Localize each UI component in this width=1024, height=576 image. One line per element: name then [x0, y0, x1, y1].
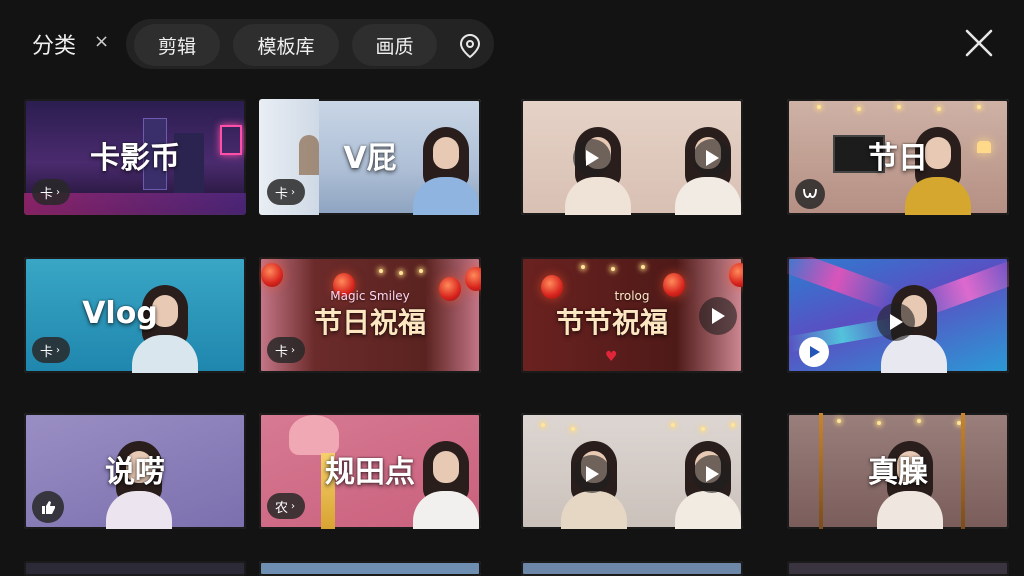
tile-title: 规田点 — [325, 454, 415, 490]
template-tile[interactable] — [787, 561, 1009, 576]
template-tile[interactable]: 说唠 — [24, 413, 246, 529]
tile-title: 节日 — [868, 140, 928, 176]
template-tile[interactable]: trolog 节节祝福 ♥ — [521, 257, 743, 373]
template-tile[interactable] — [521, 99, 743, 215]
play-icon[interactable] — [693, 139, 731, 177]
clear-category-button[interactable]: × — [94, 31, 109, 52]
template-tile[interactable]: V屁 卡 › — [259, 99, 481, 215]
template-tile[interactable] — [24, 561, 246, 576]
tile-title: V屁 — [343, 140, 397, 176]
chevron-right-icon: › — [56, 344, 61, 356]
play-icon[interactable] — [699, 297, 737, 335]
tile-badge: 农 › — [267, 493, 305, 519]
tile-title: 真臊 — [868, 454, 928, 490]
chip-edit[interactable]: 剪辑 — [134, 24, 220, 66]
tile-badge: 卡 › — [267, 337, 305, 363]
template-tile[interactable]: Magic Smiley 节日祝福 卡 › — [259, 257, 481, 373]
tile-title: 卡影币 — [90, 140, 180, 176]
chevron-right-icon: › — [291, 344, 296, 356]
tile-badge: 卡 › — [32, 179, 70, 205]
template-tile[interactable] — [521, 561, 743, 576]
tile-badge: 卡 › — [267, 179, 305, 205]
chip-template-library[interactable]: 模板库 — [233, 24, 339, 66]
template-tile[interactable]: Vlog 卡 › — [24, 257, 246, 373]
play-icon[interactable] — [693, 455, 731, 493]
chevron-right-icon: › — [291, 186, 296, 198]
swirl-icon[interactable] — [795, 179, 825, 209]
chevron-right-icon: › — [291, 500, 296, 512]
play-icon[interactable] — [877, 303, 915, 341]
tile-title: 说唠 — [105, 454, 165, 490]
play-icon[interactable] — [573, 455, 611, 493]
play-icon[interactable] — [573, 139, 611, 177]
template-tile[interactable]: 卡影币 卡 › — [24, 99, 246, 215]
tile-badge: 卡 › — [32, 337, 70, 363]
filter-bar: 分类 × 剪辑 模板库 画质 — [0, 0, 1024, 88]
tile-title: Vlog — [82, 295, 158, 331]
badge-label: 卡 — [275, 186, 289, 202]
category-label: 分类 — [32, 34, 77, 59]
location-pin-icon[interactable] — [454, 30, 486, 62]
tile-title: 节日祝福 — [313, 306, 426, 339]
play-circle-icon[interactable] — [799, 337, 829, 367]
template-tile[interactable] — [521, 413, 743, 529]
badge-label: 卡 — [40, 186, 54, 202]
template-tile[interactable]: 规田点 农 › — [259, 413, 481, 529]
badge-label: 卡 — [40, 344, 54, 360]
badge-label: 卡 — [275, 344, 289, 360]
heart-icon: ♥ — [605, 349, 618, 365]
thumbs-up-icon[interactable] — [32, 491, 64, 523]
template-tile[interactable]: 节日 — [787, 99, 1009, 215]
chip-quality[interactable]: 画质 — [352, 24, 437, 66]
badge-label: 农 — [275, 500, 289, 516]
template-tile[interactable] — [787, 257, 1009, 373]
template-tile[interactable] — [259, 561, 481, 576]
chevron-right-icon: › — [56, 186, 61, 198]
close-icon[interactable] — [958, 22, 1000, 64]
template-tile[interactable]: 真臊 — [787, 413, 1009, 529]
